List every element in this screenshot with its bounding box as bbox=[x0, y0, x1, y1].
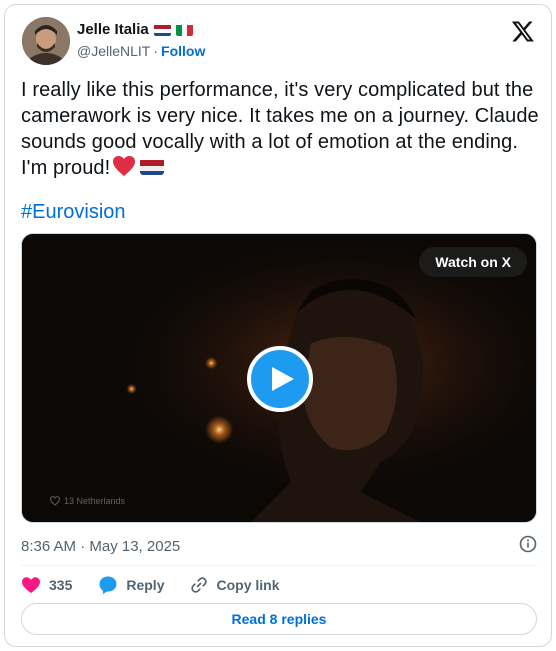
tweet-card: Jelle Italia @JelleNLIT · Follow I reall… bbox=[4, 4, 552, 647]
link-icon bbox=[191, 577, 208, 593]
like-count: 335 bbox=[49, 577, 73, 593]
tweet-text: I really like this performance, it's ver… bbox=[21, 77, 539, 184]
netherlands-flag-emoji-icon bbox=[140, 158, 165, 175]
avatar-image bbox=[22, 17, 70, 65]
actions-bar: 335 Reply Copy link bbox=[21, 573, 306, 597]
handle-separator: · bbox=[153, 43, 159, 59]
watermark-text: 13 Netherlands bbox=[64, 496, 126, 506]
hashtag-link[interactable]: #Eurovision bbox=[21, 201, 126, 224]
video-watermark: 13 Netherlands bbox=[50, 496, 125, 506]
read-replies-button[interactable]: Read 8 replies bbox=[21, 603, 537, 635]
heart-logo-icon bbox=[50, 496, 60, 506]
red-heart-emoji-icon bbox=[112, 155, 136, 184]
reply-bubble-icon bbox=[99, 576, 117, 594]
avatar[interactable] bbox=[22, 17, 70, 65]
tweet-text-line: sounds good vocally with a lot of emotio… bbox=[21, 131, 519, 153]
tweet-text-line: I really like this performance, it's ver… bbox=[21, 79, 534, 101]
video-player[interactable]: Watch on X 13 Netherlands bbox=[21, 233, 537, 523]
tweet-text-line: camerawork is very nice. It takes me on … bbox=[21, 105, 539, 127]
timestamp[interactable]: 8:36 AM · May 13, 2025 bbox=[21, 538, 180, 555]
x-logo-icon[interactable] bbox=[511, 19, 535, 43]
author-handle-row: @JelleNLIT · Follow bbox=[77, 43, 205, 59]
tweet-text-line: I'm proud! bbox=[21, 157, 111, 179]
author-display-name[interactable]: Jelle Italia bbox=[77, 21, 149, 38]
play-button[interactable] bbox=[247, 346, 313, 412]
watch-on-x-button[interactable]: Watch on X bbox=[419, 247, 527, 277]
reply-button[interactable]: Reply bbox=[98, 575, 164, 595]
copy-link-label: Copy link bbox=[216, 577, 280, 593]
play-icon bbox=[272, 367, 294, 391]
italy-flag-icon bbox=[175, 24, 193, 36]
tweet-text-line-last: I'm proud! bbox=[21, 155, 537, 184]
follow-button[interactable]: Follow bbox=[161, 43, 205, 59]
timestamp-row: 8:36 AM · May 13, 2025 bbox=[21, 535, 537, 558]
author-name-row: Jelle Italia bbox=[77, 21, 193, 38]
heart-icon bbox=[22, 577, 40, 593]
netherlands-flag-icon bbox=[153, 24, 171, 36]
copy-link-button[interactable]: Copy link bbox=[190, 576, 280, 594]
reply-label: Reply bbox=[126, 577, 165, 593]
info-icon[interactable] bbox=[519, 535, 537, 558]
divider bbox=[21, 565, 537, 566]
like-button[interactable]: 335 bbox=[21, 576, 72, 594]
author-handle[interactable]: @JelleNLIT bbox=[77, 43, 150, 59]
